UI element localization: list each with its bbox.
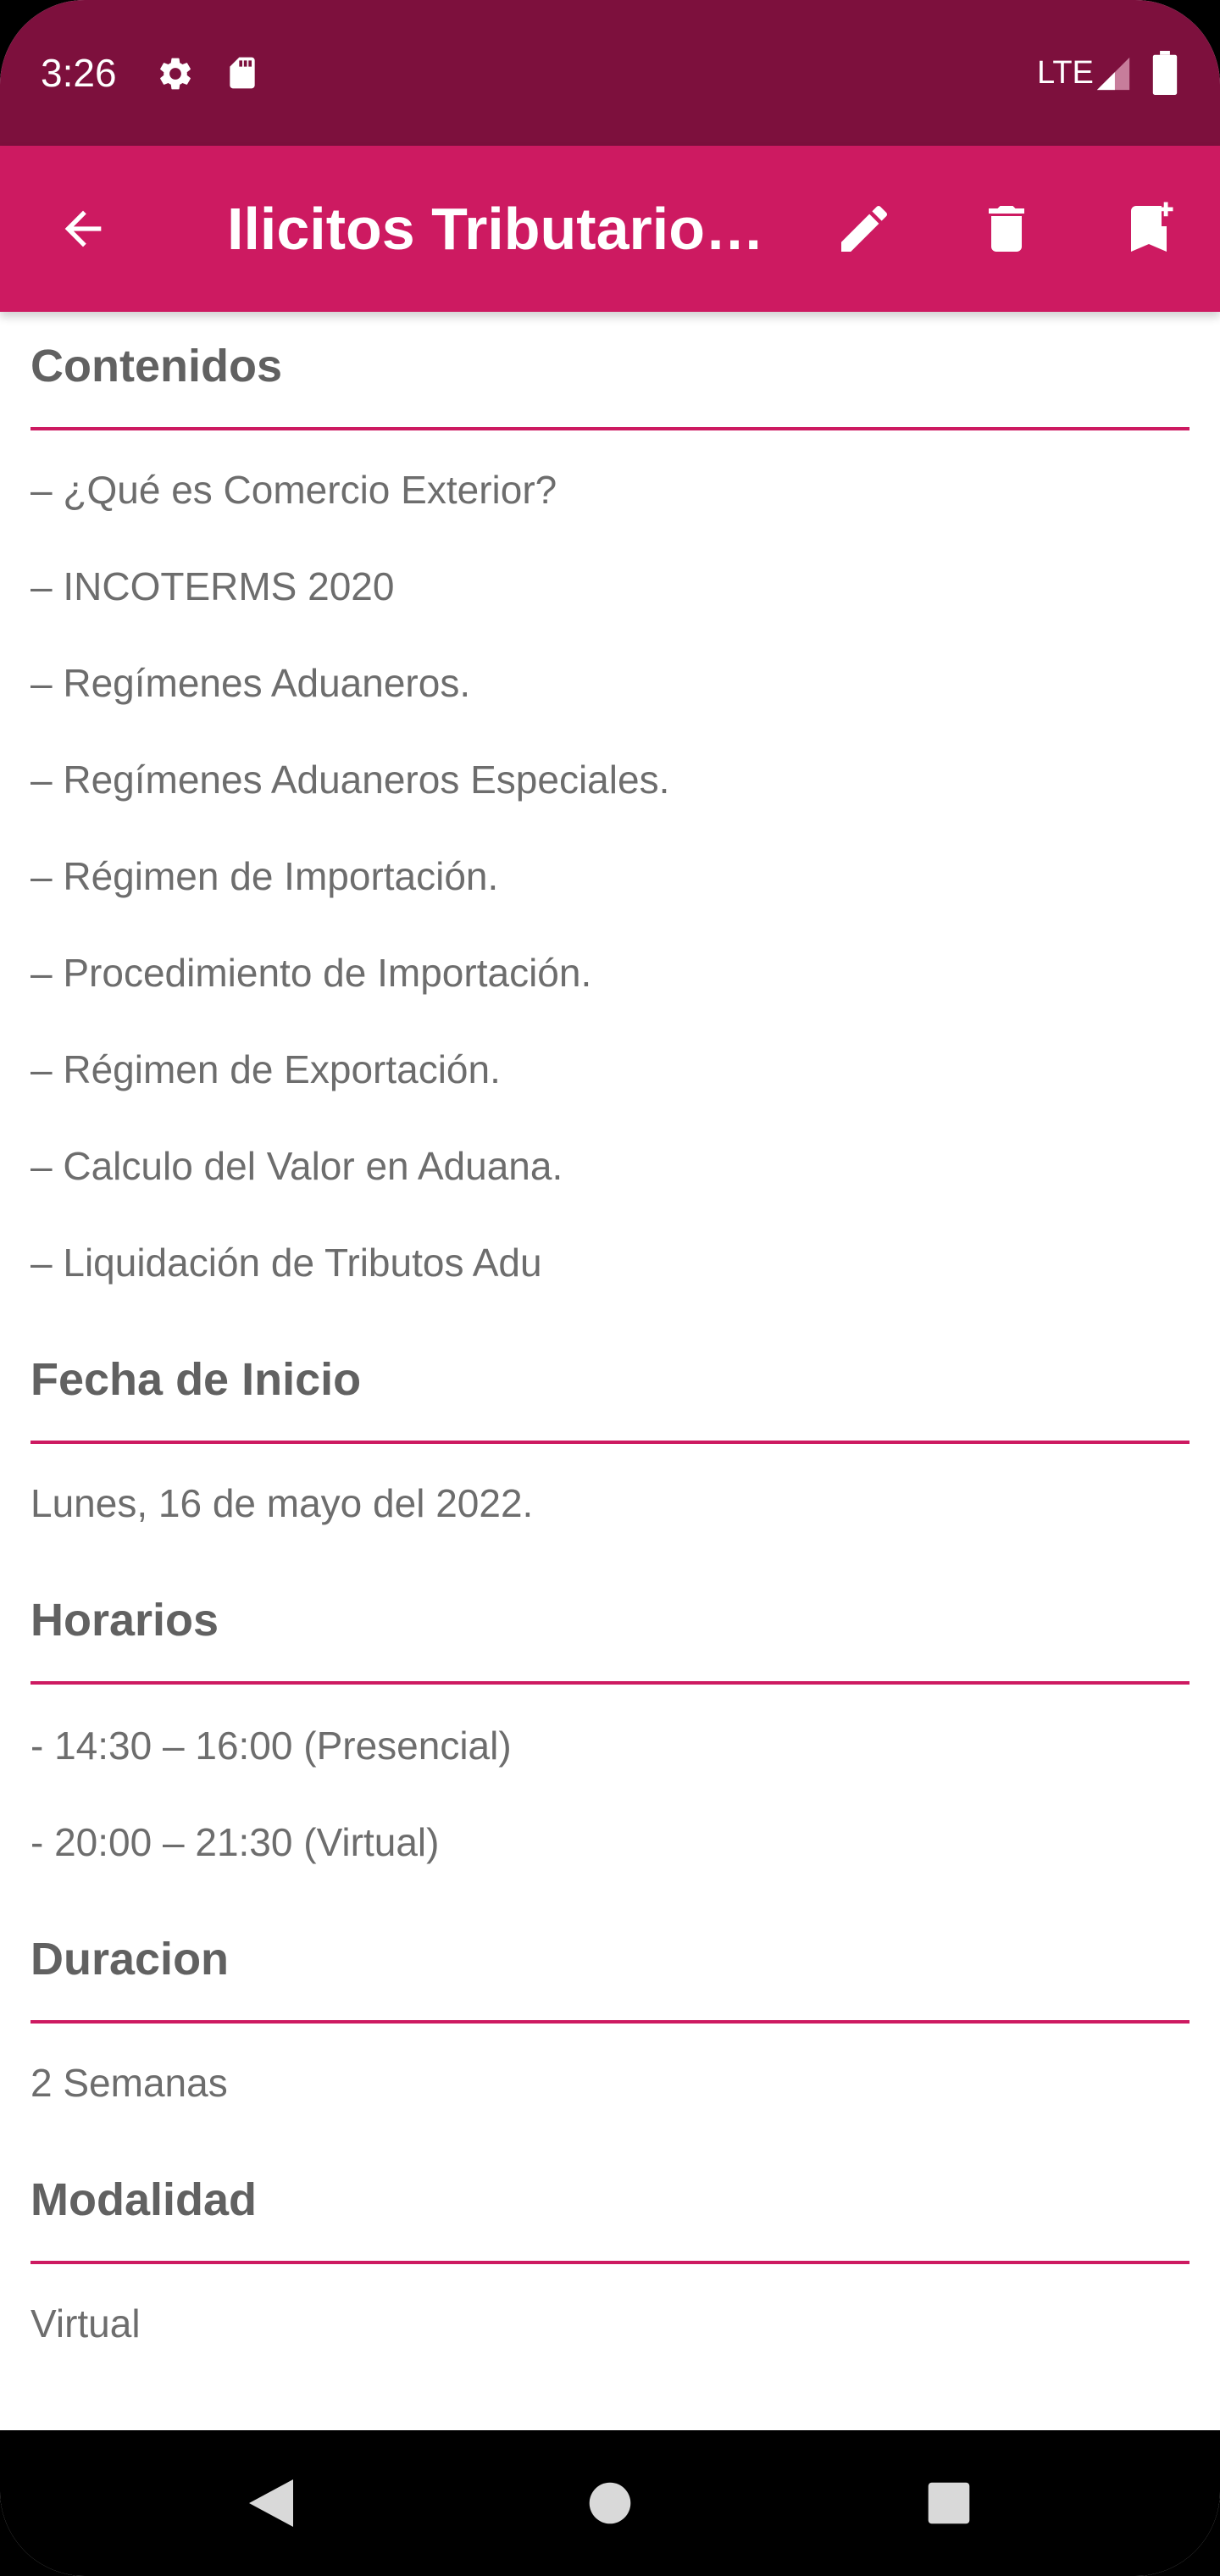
gear-icon <box>160 58 191 90</box>
back-button[interactable] <box>41 186 125 271</box>
list-item: – Calculo del Valor en Aduana. <box>30 1144 563 1188</box>
network-type: LTE <box>1037 55 1094 91</box>
nav-recents-icon <box>928 2482 970 2524</box>
section-divider <box>30 2261 1190 2264</box>
list-item: – INCOTERMS 2020 <box>30 564 395 608</box>
modality-value: Virtual <box>30 2301 141 2346</box>
back-arrow-icon <box>64 210 102 247</box>
section-title-fecha-inicio: Fecha de Inicio <box>30 1354 362 1405</box>
schedule-item: - 14:30 – 16:00 (Presencial) <box>30 1724 512 1768</box>
battery-icon <box>1152 51 1178 95</box>
nav-back-button[interactable] <box>232 2464 310 2542</box>
section-title-horarios: Horarios <box>30 1595 219 1646</box>
sd-card-icon <box>230 57 255 89</box>
bookmark-add-icon <box>1131 202 1173 252</box>
list-item: – Regímenes Aduaneros Especiales. <box>30 758 670 802</box>
page-title: Ilicitos Tributarios Aduaneros <box>227 196 769 262</box>
schedule-item: - 20:00 – 21:30 (Virtual) <box>30 1820 440 1864</box>
status-bar: 3:26 LTE <box>0 0 1220 146</box>
nav-recents-button[interactable] <box>910 2464 988 2542</box>
list-item: – Regímenes Aduaneros. <box>30 661 471 705</box>
delete-button[interactable] <box>964 186 1049 271</box>
status-time: 3:26 <box>41 51 117 95</box>
nav-back-icon <box>249 2479 293 2527</box>
list-item: – Liquidación de Tributos Adu <box>30 1241 542 1285</box>
section-title-duracion: Duracion <box>30 1934 230 1985</box>
section-divider <box>30 1441 1190 1444</box>
list-item: – Procedimiento de Importación. <box>30 951 592 995</box>
app-bar: Ilicitos Tributarios Aduaneros <box>0 146 1220 312</box>
section-title-contenidos: Contenidos <box>30 341 282 391</box>
section-divider <box>30 427 1190 430</box>
nav-home-icon <box>589 2482 631 2524</box>
edit-button[interactable] <box>822 186 907 271</box>
section-divider <box>30 2020 1190 2024</box>
edit-pencil-icon <box>841 205 888 252</box>
phone-screen: 3:26 LTE Ilicitos Tributarios Aduaneros <box>0 0 1220 2576</box>
duration-value: 2 Semanas <box>30 2061 228 2105</box>
add-bookmark-button[interactable] <box>1106 186 1191 271</box>
delete-trash-icon <box>989 206 1024 252</box>
navigation-bar <box>0 2430 1220 2576</box>
nav-home-button[interactable] <box>571 2464 649 2542</box>
start-date-value: Lunes, 16 de mayo del 2022. <box>30 1481 534 1525</box>
list-item: – Régimen de Exportación. <box>30 1047 501 1091</box>
content-scroll[interactable]: Contenidos – ¿Qué es Comercio Exterior? … <box>0 312 1220 2430</box>
signal-icon <box>1096 57 1130 91</box>
list-item: – ¿Qué es Comercio Exterior? <box>30 468 557 512</box>
section-title-modalidad: Modalidad <box>30 2174 257 2225</box>
list-item: – Régimen de Importación. <box>30 854 499 898</box>
section-divider <box>30 1681 1190 1685</box>
